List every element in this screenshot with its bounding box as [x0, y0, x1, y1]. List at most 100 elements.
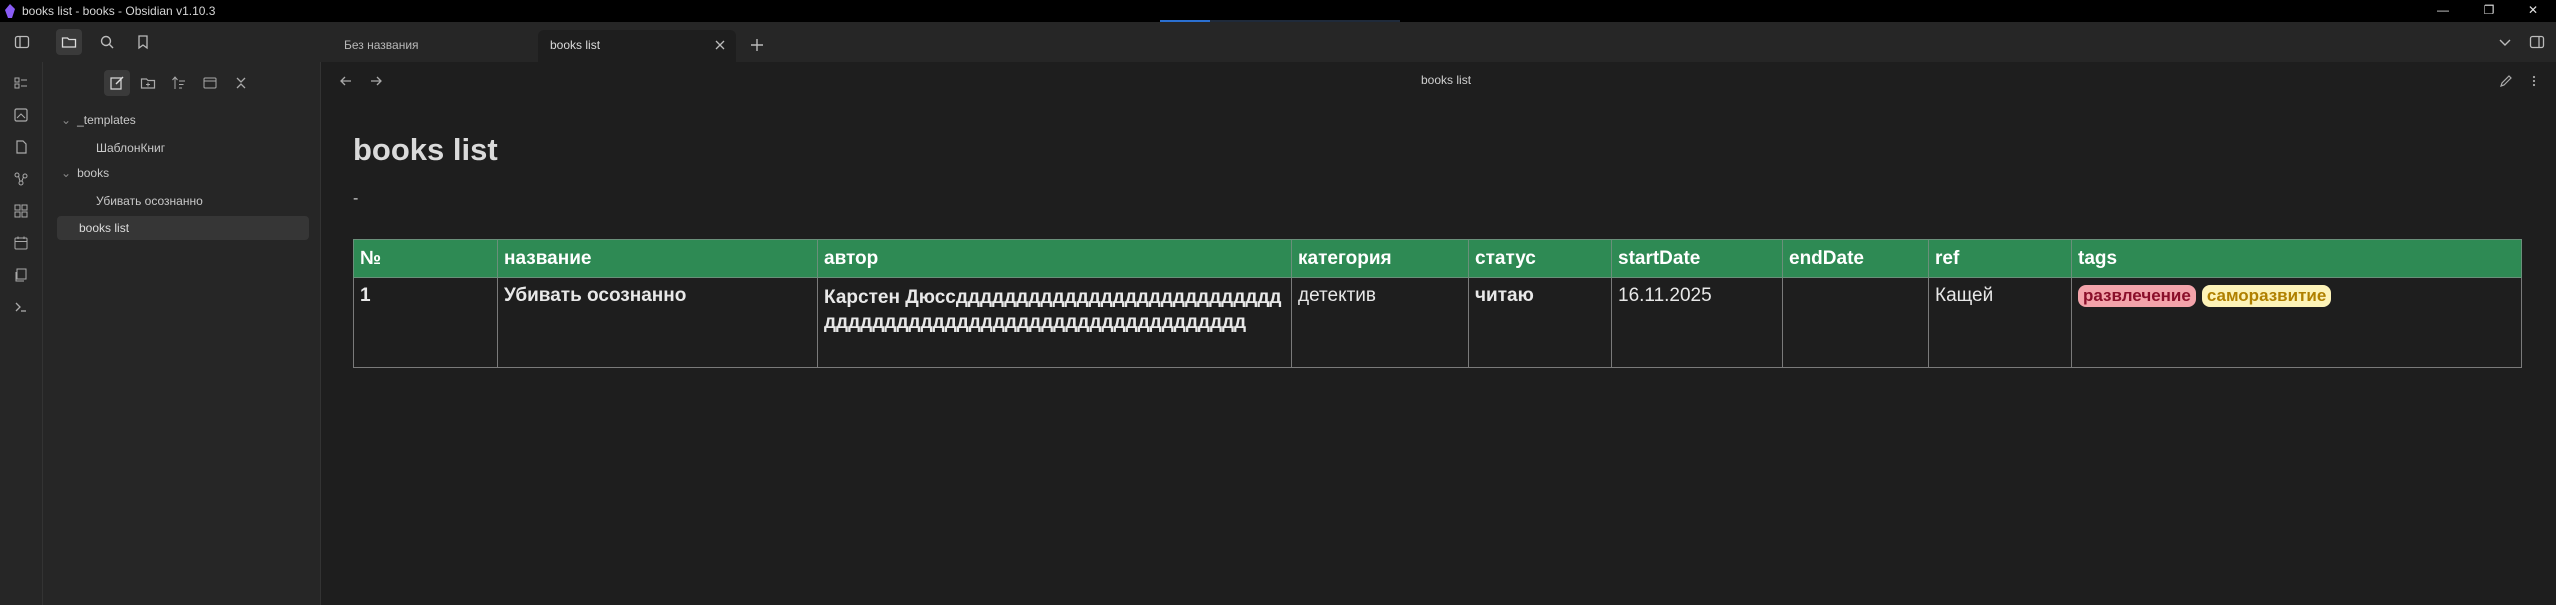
- back-button[interactable]: [333, 68, 359, 94]
- pencil-icon: [2500, 75, 2512, 87]
- column-header-start-date[interactable]: startDate: [1611, 239, 1783, 278]
- cell-title-link[interactable]: Убивать осознанно: [497, 277, 818, 368]
- file-icon: [16, 140, 27, 154]
- tree-folder-label: _templates: [77, 113, 136, 127]
- ribbon-daily-note-button[interactable]: [8, 230, 34, 256]
- tree-folder-templates[interactable]: ⌄ _templates: [61, 113, 136, 127]
- folder-plus-icon: [140, 78, 156, 89]
- column-header-author[interactable]: автор: [817, 239, 1292, 278]
- bookmark-icon: [138, 35, 148, 50]
- editor-pane: books list books list - № название автор…: [321, 62, 2556, 605]
- search-icon: [100, 35, 114, 49]
- tag-badge[interactable]: развлечение: [2078, 285, 2196, 307]
- arrow-left-icon: [340, 76, 351, 86]
- dash-text: -: [353, 190, 359, 207]
- restore-button[interactable]: ❐: [2466, 0, 2512, 22]
- graph-icon: [14, 172, 28, 186]
- new-folder-button[interactable]: [135, 70, 161, 96]
- tree-folder-books[interactable]: ⌄ books: [61, 166, 109, 180]
- tab-untitled[interactable]: Без названия: [332, 30, 532, 62]
- sort-button[interactable]: [166, 70, 192, 96]
- tree-file-label: Убивать осознанно: [96, 194, 203, 208]
- ribbon-open-today-button[interactable]: [8, 134, 34, 160]
- tab-label: Без названия: [344, 38, 419, 52]
- minimize-button[interactable]: —: [2420, 0, 2466, 22]
- tree-file-books-list[interactable]: books list: [57, 216, 309, 240]
- collapse-icon: [236, 77, 246, 89]
- obsidian-logo-icon: [5, 4, 15, 18]
- edit-icon: [110, 76, 124, 90]
- close-tab-icon[interactable]: [712, 37, 728, 53]
- more-options-button[interactable]: [2521, 68, 2547, 94]
- chevron-down-icon: [2499, 39, 2511, 46]
- bookmarks-view-button[interactable]: [130, 29, 156, 55]
- copy-icon: [15, 268, 27, 282]
- cell-tags: развлечение саморазвитие: [2071, 277, 2522, 368]
- list-icon: [14, 77, 27, 89]
- search-view-button[interactable]: [94, 29, 120, 55]
- folder-icon: [61, 37, 77, 48]
- new-note-button[interactable]: [104, 70, 130, 96]
- tag-badge[interactable]: саморазвитие: [2201, 285, 2332, 307]
- view-header: books list: [321, 62, 2556, 98]
- sidebar-toggle-icon: [14, 35, 30, 49]
- ribbon-terminal-button[interactable]: [8, 294, 34, 320]
- cell-number: 1: [353, 277, 498, 368]
- toggle-right-sidebar-button[interactable]: [2524, 29, 2550, 55]
- tree-folder-label: books: [77, 166, 110, 180]
- file-explorer: ⌄ _templates ШаблонКниг ⌄ books Убивать ос…: [43, 62, 321, 605]
- cell-author: Карстен Дюссдддддддддддддддддддддддддддд…: [817, 277, 1292, 368]
- ribbon-canvas-button[interactable]: [8, 102, 34, 128]
- files-view-button[interactable]: [56, 29, 82, 55]
- canvas-icon: [14, 108, 28, 122]
- view-header-title[interactable]: books list: [1421, 73, 1471, 87]
- terminal-icon: [15, 302, 26, 312]
- left-ribbon: [0, 62, 43, 605]
- column-header-category[interactable]: категория: [1291, 239, 1469, 278]
- column-header-end-date[interactable]: endDate: [1782, 239, 1929, 278]
- window-title: books list - books - Obsidian v1.10.3: [22, 4, 216, 18]
- ribbon-graph-button[interactable]: [8, 166, 34, 192]
- new-tab-button[interactable]: [744, 32, 770, 58]
- plus-icon: [751, 39, 763, 51]
- calendar-icon: [14, 236, 28, 250]
- tab-bar: Без названия books list: [0, 22, 2556, 62]
- column-header-ref[interactable]: ref: [1928, 239, 2072, 278]
- reveal-file-icon: [203, 77, 217, 89]
- tree-file-book[interactable]: Убивать осознанно: [96, 194, 203, 208]
- column-header-tags[interactable]: tags: [2071, 239, 2522, 278]
- forward-button[interactable]: [363, 68, 389, 94]
- tab-list-dropdown-button[interactable]: [2492, 29, 2518, 55]
- cell-ref: Кащей: [1928, 277, 2072, 368]
- cell-start-date: 16.11.2025: [1611, 277, 1783, 368]
- chevron-down-icon: ⌄: [61, 113, 72, 127]
- grid-icon: [14, 204, 28, 218]
- chevron-down-icon: ⌄: [61, 166, 72, 180]
- note-title: books list: [353, 132, 498, 167]
- tree-file-template[interactable]: ШаблонКниг: [96, 141, 165, 155]
- toggle-left-sidebar-button[interactable]: [9, 29, 35, 55]
- cell-category: детектив: [1291, 277, 1469, 368]
- column-header-title[interactable]: название: [497, 239, 818, 278]
- ribbon-bases-button[interactable]: [8, 198, 34, 224]
- sort-icon: [172, 76, 185, 89]
- books-table: № название автор категория статус startD…: [353, 239, 2522, 368]
- title-bar: books list - books - Obsidian v1.10.3 — …: [0, 0, 2556, 22]
- auto-reveal-button[interactable]: [197, 70, 223, 96]
- tree-file-label: ШаблонКниг: [96, 141, 166, 155]
- ribbon-templates-button[interactable]: [8, 262, 34, 288]
- column-header-number[interactable]: №: [353, 239, 498, 278]
- cell-end-date: [1782, 277, 1929, 368]
- close-window-button[interactable]: ✕: [2510, 0, 2556, 22]
- edit-mode-button[interactable]: [2493, 68, 2519, 94]
- collapse-all-button[interactable]: [228, 70, 254, 96]
- tab-label: books list: [550, 38, 601, 52]
- column-header-status[interactable]: статус: [1468, 239, 1612, 278]
- table-row: 1 Убивать осознанно Карстен Дюссдддддддд…: [353, 277, 2522, 368]
- ribbon-command-palette-button[interactable]: [8, 70, 34, 96]
- more-vertical-icon: [2532, 75, 2536, 87]
- arrow-right-icon: [371, 76, 382, 86]
- tab-books-list[interactable]: books list: [538, 30, 736, 62]
- cell-status: читаю: [1468, 277, 1612, 368]
- tree-file-label: books list: [79, 221, 130, 235]
